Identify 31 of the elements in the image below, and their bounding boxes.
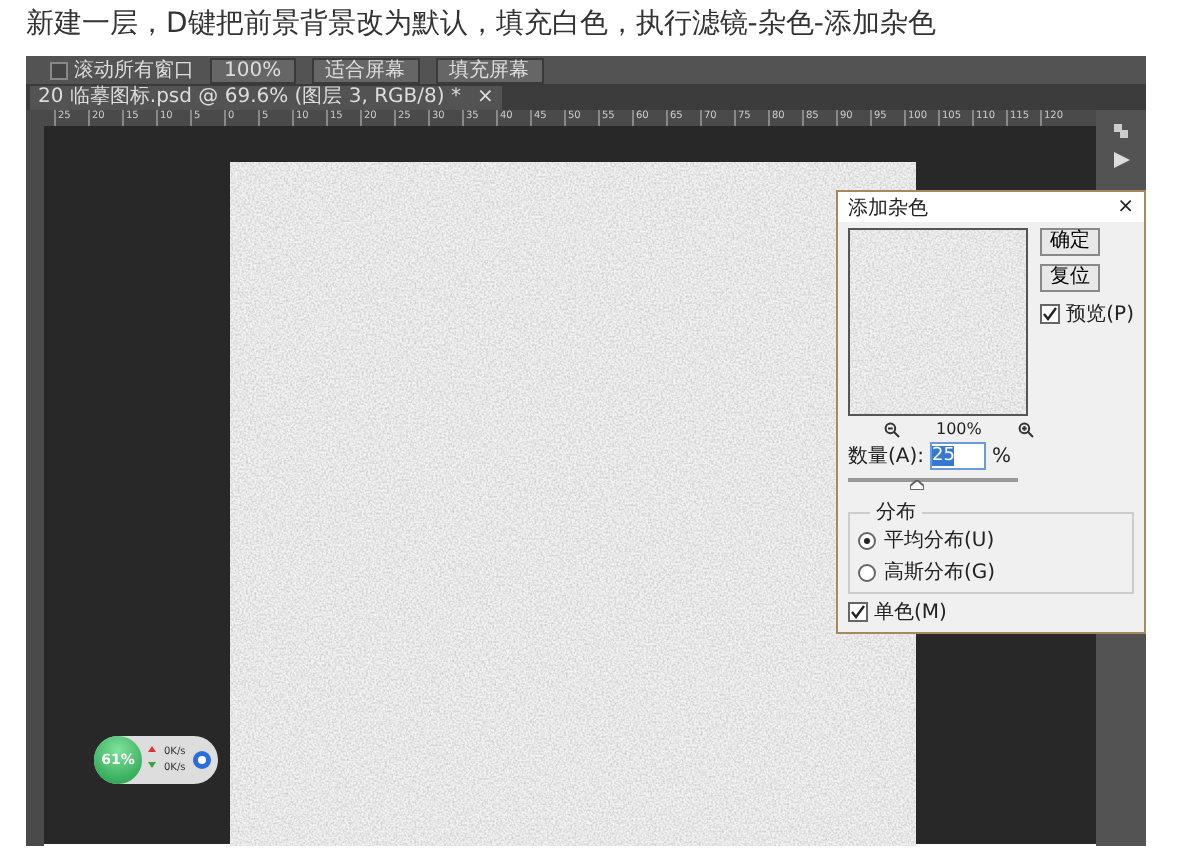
amount-field[interactable]: 25 xyxy=(930,442,987,470)
radio-label: 高斯分布(G) xyxy=(884,559,996,586)
dialog-button[interactable]: 复位 xyxy=(1040,264,1101,292)
radio-button[interactable] xyxy=(858,563,876,581)
tab-title: 20 临摹图标.psd @ 69.6% (图层 3, RGB/8) * xyxy=(38,86,461,110)
radio-button[interactable] xyxy=(858,531,876,549)
checkbox[interactable] xyxy=(1040,304,1061,324)
post-text: 新建一层，D键把前景背景改为默认，填充白色，执行滤镜-杂色-添加杂色 xyxy=(24,6,938,44)
dialog-button[interactable]: 确定 xyxy=(1040,228,1101,256)
toolbar-button[interactable]: 填充屏幕 xyxy=(435,57,544,83)
checkbox-label: 预览(P) xyxy=(1066,302,1134,328)
arrow-icon xyxy=(148,746,156,752)
checkbox-label: 滚动所有窗口 xyxy=(74,57,194,84)
checkbox[interactable] xyxy=(848,602,868,622)
document-tab[interactable]: 20 临摹图标.psd @ 69.6% (图层 3, RGB/8) * × xyxy=(30,86,502,110)
toolbar-button[interactable]: 适合屏幕 xyxy=(311,57,420,83)
group-label: 分布 xyxy=(874,500,918,526)
arrow-icon xyxy=(148,762,156,768)
amount-label: 数量(A): xyxy=(848,444,925,470)
zoom-out-icon[interactable] xyxy=(884,421,900,437)
toolbar-button[interactable]: 100% xyxy=(210,57,296,83)
close-icon[interactable]: × xyxy=(1117,196,1134,218)
play-icon[interactable] xyxy=(1113,152,1129,168)
radio-label: 平均分布(U) xyxy=(884,528,995,554)
close-icon[interactable]: × xyxy=(476,86,494,110)
checkbox[interactable] xyxy=(50,61,68,79)
zoom-level: 100% xyxy=(936,420,982,438)
unit-label: % xyxy=(992,445,1012,467)
dialog-title: 添加杂色 xyxy=(848,195,928,221)
zoom-in-icon[interactable] xyxy=(1017,421,1034,437)
checkbox-label: 单色(M) xyxy=(874,599,947,626)
